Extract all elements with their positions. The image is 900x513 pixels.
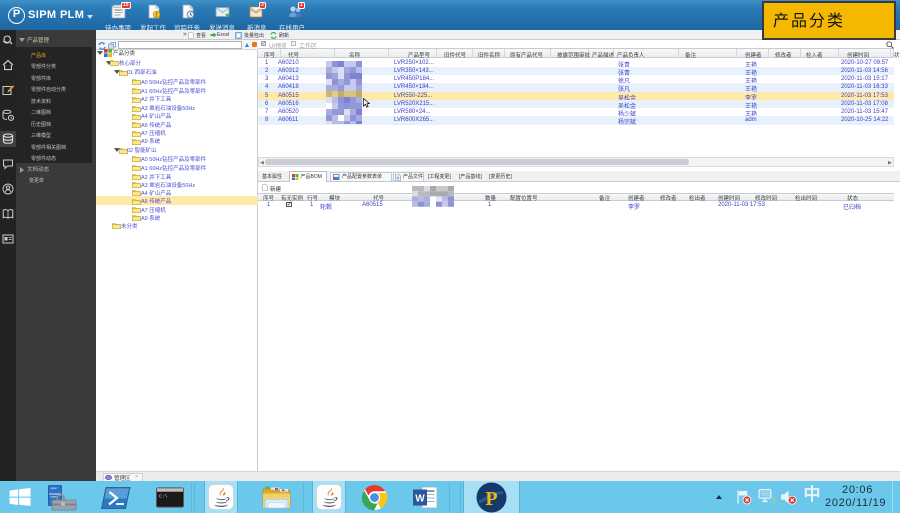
svg-text:!: ! xyxy=(156,13,158,19)
svg-text:?: ? xyxy=(772,496,775,505)
svg-text:P: P xyxy=(485,488,497,510)
svg-text:W: W xyxy=(415,494,425,505)
svg-text:C:\: C:\ xyxy=(159,494,168,500)
